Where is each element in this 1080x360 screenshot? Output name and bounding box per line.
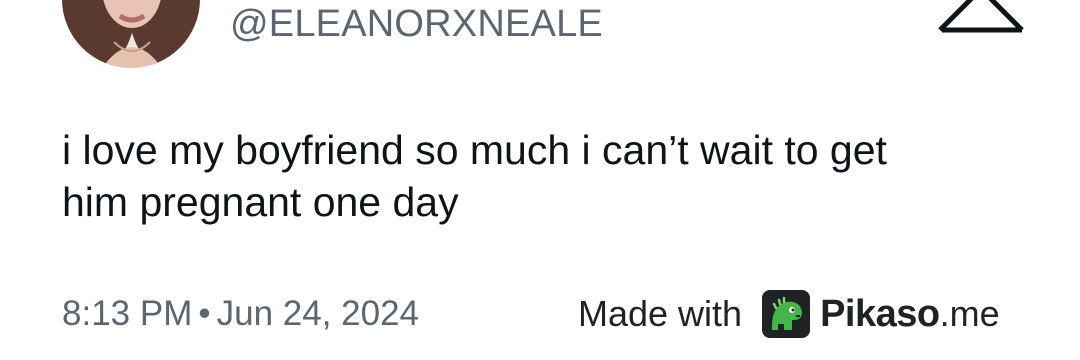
user-handle[interactable]: @ELEANORXNEALE: [230, 2, 603, 46]
avatar[interactable]: [62, 0, 200, 68]
tweet-timestamp[interactable]: 8:13 PM • Jun 24, 2024: [62, 293, 419, 335]
tweet-line: him pregnant one day: [62, 179, 459, 225]
made-with-label: Made with: [578, 293, 743, 334]
x-logo-icon: [938, 0, 1024, 38]
tweet-text: i love my boyfriend so much i can’t wait…: [62, 124, 1022, 228]
pikaso-brand: Pikaso: [820, 292, 940, 335]
tweet-line: i love my boyfriend so much i can’t wait…: [62, 127, 887, 173]
pikaso-tld: .me: [939, 293, 1000, 334]
tweet-time: 8:13 PM: [62, 294, 193, 333]
pikaso-dino-icon: [762, 290, 811, 338]
avatar-photo: [62, 0, 200, 68]
tweet-date: Jun 24, 2024: [216, 294, 420, 333]
pikaso-watermark[interactable]: Made with Pikaso .me: [578, 290, 1000, 338]
separator-dot: •: [198, 294, 211, 333]
